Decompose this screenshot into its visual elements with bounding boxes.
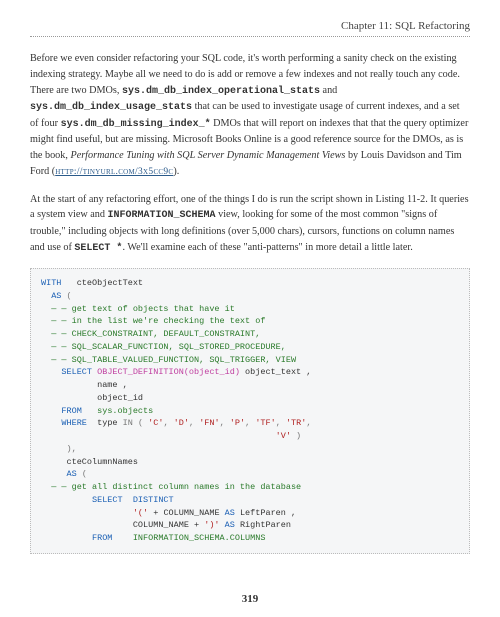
paragraph-1: Before we even consider refactoring your… xyxy=(30,51,470,180)
book-title: Performance Tuning with SQL Server Dynam… xyxy=(70,150,345,161)
code-inline: INFORMATION_SCHEMA xyxy=(108,210,216,221)
chapter-header: Chapter 11: SQL Refactoring xyxy=(30,20,470,37)
chapter-title: Chapter 11: SQL Refactoring xyxy=(341,20,470,32)
code-inline: sys.dm_db_index_operational_stats xyxy=(122,86,320,97)
page-number: 319 xyxy=(0,593,500,605)
code-inline: sys.dm_db_index_usage_stats xyxy=(30,102,192,113)
code-inline: SELECT * xyxy=(74,243,122,254)
url-link[interactable]: http://tinyurl.com/3x5cc9c xyxy=(55,167,173,177)
code-inline: sys.dm_db_missing_index_* xyxy=(61,119,211,130)
sql-code-listing: WITH cteObjectText AS ( — — get text of … xyxy=(30,268,470,554)
paragraph-2: At the start of any refactoring effort, … xyxy=(30,192,470,257)
